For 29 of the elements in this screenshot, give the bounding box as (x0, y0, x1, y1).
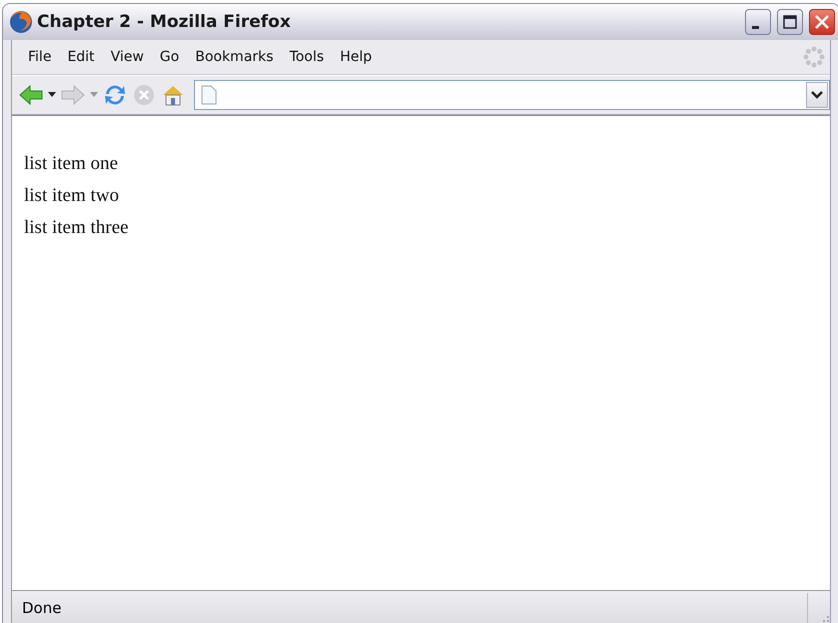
close-button[interactable] (809, 9, 835, 35)
maximize-icon (783, 15, 797, 29)
forward-arrow-icon (60, 83, 86, 107)
menu-item[interactable]: File (20, 46, 60, 68)
dropdown-button[interactable] (806, 82, 828, 108)
caret-icon (90, 92, 98, 98)
caret-icon[interactable] (48, 92, 56, 98)
back-arrow-icon[interactable] (18, 83, 44, 107)
menu-item[interactable]: Bookmarks (187, 46, 282, 68)
stop-icon (132, 83, 156, 107)
chevron-down-icon (811, 91, 823, 99)
menu-item[interactable]: Help (332, 46, 380, 68)
menu-item[interactable]: Tools (281, 46, 332, 68)
list-item: list item two (24, 184, 120, 208)
close-icon (814, 14, 830, 30)
resize-grip-icon[interactable] (820, 613, 830, 623)
throbber-icon (802, 45, 826, 69)
list-item: list item one (24, 152, 119, 176)
minimize-icon (752, 26, 758, 28)
menu-item[interactable]: View (102, 46, 152, 68)
page-icon (201, 85, 217, 105)
status-text: Done (22, 599, 62, 617)
menu-item[interactable]: Go (152, 46, 188, 68)
menu-item[interactable]: Edit (59, 46, 103, 68)
window-title: Chapter 2 - Mozilla Firefox (37, 12, 292, 32)
address-field[interactable] (194, 80, 830, 110)
maximize-button[interactable] (777, 9, 803, 35)
minimize-button[interactable] (745, 9, 771, 35)
list-item: list item three (24, 216, 130, 240)
